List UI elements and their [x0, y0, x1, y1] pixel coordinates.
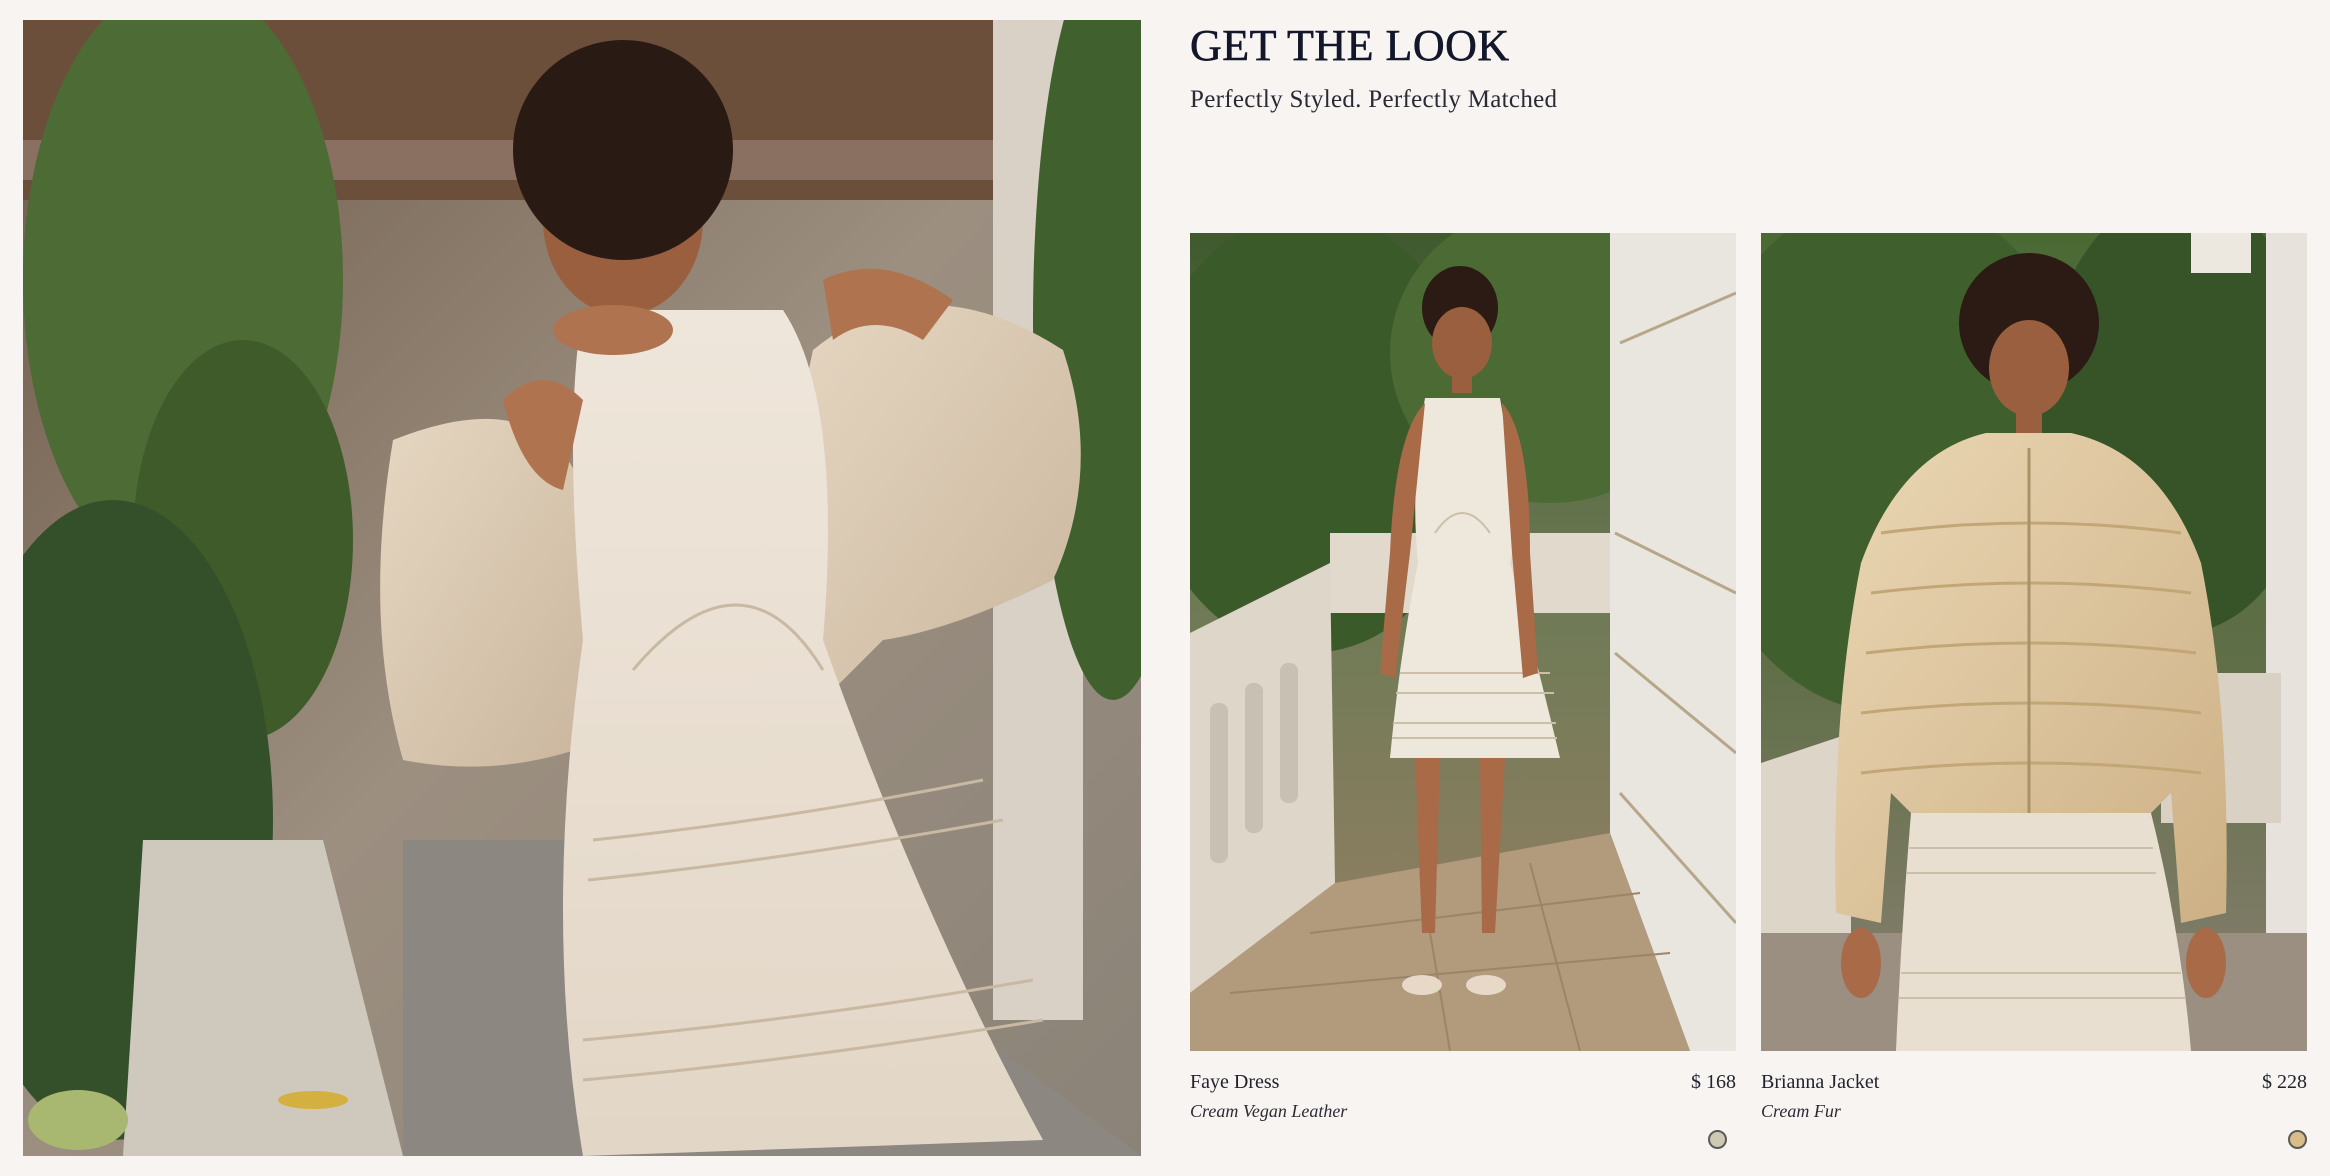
color-swatch[interactable]	[2288, 1130, 2307, 1149]
product-image-faye-dress[interactable]	[1190, 233, 1736, 1051]
product-image-brianna-jacket[interactable]	[1761, 233, 2307, 1051]
color-swatch[interactable]	[1708, 1130, 1727, 1149]
look-title: GET THE LOOK	[1190, 21, 1510, 71]
look-subtitle: Perfectly Styled. Perfectly Matched	[1190, 86, 1558, 113]
product-price: $ 228	[2262, 1071, 2307, 1093]
product-price: $ 168	[1691, 1071, 1736, 1093]
product-name[interactable]: Brianna Jacket	[1761, 1071, 1879, 1094]
look-header: GET THE LOOK Perfectly Styled. Perfectly…	[1190, 18, 2290, 114]
product-card-brianna-jacket[interactable]: Brianna Jacket $ 228 Cream Fur	[1761, 233, 2307, 1149]
product-material: Cream Fur	[1761, 1101, 1841, 1121]
product-material: Cream Vegan Leather	[1190, 1101, 1348, 1121]
product-name[interactable]: Faye Dress	[1190, 1071, 1279, 1094]
hero-photo	[23, 20, 1141, 1156]
brianna-jacket-photo	[1761, 233, 2307, 1051]
hero-image	[23, 20, 1141, 1156]
faye-dress-photo	[1190, 233, 1736, 1051]
product-card-faye-dress[interactable]: Faye Dress $ 168 Cream Vegan Leather	[1190, 233, 1736, 1149]
get-the-look-section: GET THE LOOK Perfectly Styled. Perfectly…	[0, 0, 2330, 1176]
